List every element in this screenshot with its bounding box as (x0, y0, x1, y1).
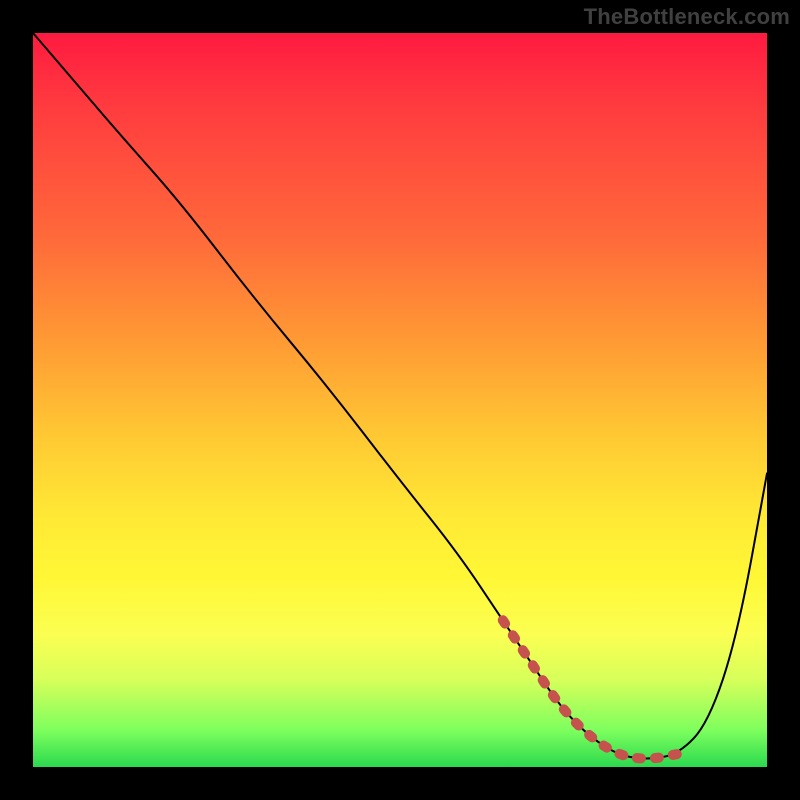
watermark-text: TheBottleneck.com (584, 4, 790, 30)
bottleneck-curve (33, 33, 767, 759)
optimal-range-markers (503, 620, 679, 758)
plot-area (33, 33, 767, 767)
chart-frame: TheBottleneck.com (0, 0, 800, 800)
plot-svg (33, 33, 767, 767)
